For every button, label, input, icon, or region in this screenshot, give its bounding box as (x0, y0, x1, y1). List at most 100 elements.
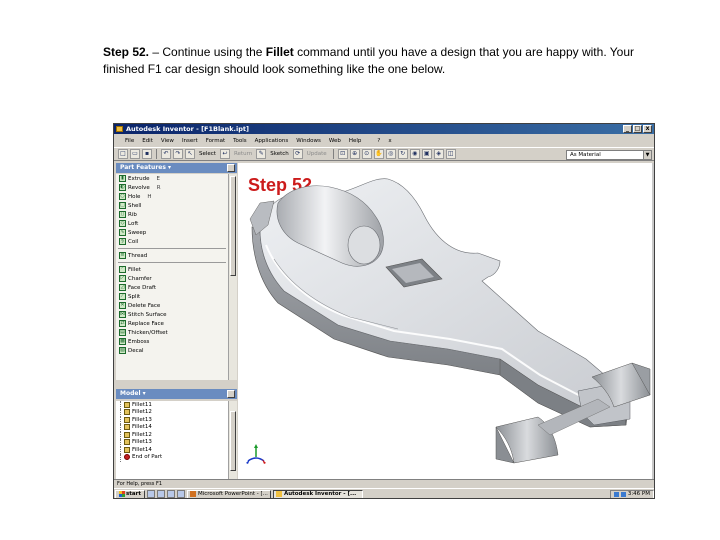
browser-close-button[interactable] (227, 390, 235, 398)
feature-face-draft[interactable]: ◿ Face Draft (116, 283, 228, 292)
panel-close-button[interactable] (227, 164, 235, 172)
feature-rib[interactable]: ▯ Rib (116, 210, 228, 219)
look-at-icon[interactable]: ◉ (409, 149, 420, 159)
ground-shadow-icon[interactable]: ◫ (445, 149, 456, 159)
step-heading: Step 52. (103, 45, 150, 59)
tree-item[interactable]: Fillet14 (116, 446, 228, 454)
fillet-icon: ◜ (119, 266, 126, 273)
airbox-end (347, 225, 381, 265)
undo-icon[interactable]: ↶ (161, 149, 171, 159)
menu-windows[interactable]: Windows (295, 138, 322, 144)
menu-help[interactable]: Help (348, 138, 363, 144)
quicklaunch-media-icon[interactable] (176, 490, 185, 498)
minimize-button[interactable]: _ (623, 125, 632, 133)
tree-item[interactable]: Fillet13 (116, 438, 228, 446)
coordinate-triad-icon (246, 444, 266, 464)
feature-extrude[interactable]: ▮ Extrude E (116, 174, 228, 183)
app-icon (116, 126, 123, 132)
update-button[interactable]: Update (305, 151, 329, 157)
chevron-down-icon[interactable]: ▼ (643, 151, 651, 159)
extrude-icon: ▮ (119, 175, 126, 182)
feature-replace-face[interactable]: ⇄ Replace Face (116, 319, 228, 328)
feature-fillet[interactable]: ◜ Fillet (116, 265, 228, 274)
network-icon[interactable] (613, 491, 619, 497)
features-scroll-thumb[interactable] (230, 176, 236, 276)
feature-thicken-offset[interactable]: ▤ Thicken/Offset (116, 328, 228, 337)
menu-web[interactable]: Web (328, 138, 342, 144)
menu-applications[interactable]: Applications (254, 138, 290, 144)
quicklaunch-desktop-icon[interactable] (146, 490, 155, 498)
graphics-viewport[interactable]: Step 52 (238, 163, 654, 479)
coil-icon: § (119, 238, 126, 245)
fillet-term: Fillet (265, 45, 294, 59)
select-button[interactable]: Select (197, 151, 218, 157)
part-features-title: Part Features (120, 164, 166, 171)
return-button[interactable]: Return (232, 151, 254, 157)
feature-loft[interactable]: ◇ Loft (116, 219, 228, 228)
material-select[interactable]: As Material ▼ (566, 150, 652, 160)
quicklaunch-mail-icon[interactable] (166, 490, 175, 498)
menu-tools[interactable]: Tools (232, 138, 248, 144)
camera-icon[interactable]: ◈ (433, 149, 444, 159)
features-scrollbar[interactable] (228, 174, 237, 380)
open-file-icon[interactable]: ▭ (130, 149, 140, 159)
help-question-icon[interactable]: ? (376, 138, 381, 144)
zoom-selected-icon[interactable]: ◎ (385, 149, 396, 159)
feature-chamfer[interactable]: ◸ Chamfer (116, 274, 228, 283)
inventor-window: Autodesk Inventor - [F1Blank.ipt] _ □ x … (113, 123, 655, 499)
new-file-icon[interactable]: □ (118, 149, 128, 159)
close-button[interactable]: x (643, 125, 652, 133)
tree-item[interactable]: Fillet12 (116, 431, 228, 439)
tree-item[interactable]: Fillet14 (116, 423, 228, 431)
f1-car-model[interactable] (238, 163, 654, 479)
sketch-button[interactable]: Sketch (268, 151, 291, 157)
model-scroll-thumb[interactable] (230, 411, 236, 471)
tree-item[interactable]: Fillet12 (116, 408, 228, 416)
title-bar[interactable]: Autodesk Inventor - [F1Blank.ipt] _ □ x (114, 124, 654, 134)
model-browser-header[interactable]: Model ▾ (116, 389, 237, 399)
feature-thread[interactable]: ≡ Thread (116, 251, 228, 260)
feature-emboss[interactable]: ▩ Emboss (116, 337, 228, 346)
menu-edit[interactable]: Edit (141, 138, 154, 144)
update-icon[interactable]: ⟳ (292, 149, 303, 159)
menu-insert[interactable]: Insert (181, 138, 199, 144)
rib-icon: ▯ (119, 211, 126, 218)
menu-format[interactable]: Format (205, 138, 226, 144)
feature-sweep[interactable]: ∿ Sweep (116, 228, 228, 237)
feature-revolve[interactable]: ◐ Revolve R (116, 183, 228, 192)
clock[interactable]: 3:46 PM (628, 491, 650, 498)
start-button[interactable]: start (115, 489, 145, 498)
feature-shell[interactable]: □ Shell (116, 201, 228, 210)
maximize-button[interactable]: □ (633, 125, 642, 133)
feature-coil[interactable]: § Coil (116, 237, 228, 246)
quicklaunch-browser-icon[interactable] (156, 490, 165, 498)
model-tree-scrollbar[interactable] (228, 401, 237, 479)
taskbar-inventor-button[interactable]: Autodesk Inventor - [... (272, 489, 363, 498)
volume-icon[interactable] (620, 491, 626, 497)
tree-item[interactable]: Fillet11 (116, 401, 228, 409)
taskbar-powerpoint-button[interactable]: Microsoft PowerPoint - [... (186, 489, 271, 498)
save-icon[interactable]: ▪ (142, 149, 152, 159)
zoom-window-icon[interactable]: ⊕ (349, 149, 360, 159)
menu-file[interactable]: File (124, 138, 135, 144)
select-arrow-icon[interactable]: ↖ (185, 149, 195, 159)
rotate-icon[interactable]: ↻ (397, 149, 408, 159)
sketch-icon[interactable]: ✎ (256, 149, 267, 159)
pan-icon[interactable]: ✋ (373, 149, 384, 159)
feature-decal[interactable]: ▧ Decal (116, 346, 228, 355)
menu-view[interactable]: View (160, 138, 175, 144)
doc-close-icon[interactable]: x (387, 138, 392, 144)
feature-hole[interactable]: ○ Hole H (116, 192, 228, 201)
feature-split[interactable]: ⟋ Split (116, 292, 228, 301)
part-features-header[interactable]: Part Features ▾ (116, 163, 237, 173)
tree-item[interactable]: Fillet13 (116, 416, 228, 424)
feature-delete-face[interactable]: ✕ Delete Face (116, 301, 228, 310)
zoom-all-icon[interactable]: ⊡ (337, 149, 348, 159)
zoom-icon[interactable]: ⊙ (361, 149, 372, 159)
display-mode-icon[interactable]: ▣ (421, 149, 432, 159)
tree-item-end-of-part[interactable]: End of Part (116, 453, 228, 461)
redo-icon[interactable]: ↷ (173, 149, 183, 159)
feature-stitch-surface[interactable]: ⋈ Stitch Surface (116, 310, 228, 319)
return-icon[interactable]: ↩ (219, 149, 230, 159)
face-draft-icon: ◿ (119, 284, 126, 291)
